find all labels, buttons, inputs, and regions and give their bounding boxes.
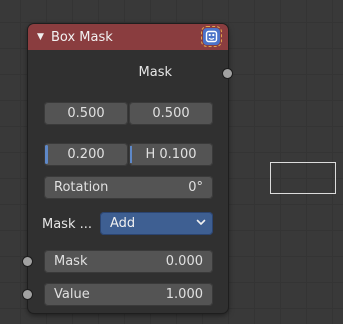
rotation-label: Rotation: [54, 180, 109, 195]
value-input-value: 1.000: [165, 287, 203, 302]
value-input-field[interactable]: Value 1.000: [44, 283, 213, 306]
width-field[interactable]: 0.200: [44, 143, 128, 166]
value-input-label: Value: [54, 287, 90, 302]
collapse-arrow-icon[interactable]: ▼: [37, 32, 49, 42]
height-slider-fill: [130, 146, 132, 163]
mask-input-label: Mask: [54, 254, 88, 269]
mask-type-value: Add: [110, 216, 136, 231]
mask-output-socket[interactable]: [223, 69, 232, 78]
rotation-field[interactable]: Rotation 0°: [44, 176, 213, 199]
mask-type-dropdown[interactable]: Add: [100, 212, 213, 235]
box-mask-node[interactable]: ▼ Box Mask Mask 0.500 0.500 0.200 H 0.10…: [28, 24, 228, 313]
mask-icon[interactable]: [201, 26, 222, 47]
width-value: 0.200: [67, 147, 105, 162]
mask-input-field[interactable]: Mask 0.000: [44, 250, 213, 273]
mask-type-label: Mask ...: [42, 217, 93, 232]
mask-input-value: 0.000: [165, 254, 203, 269]
height-field[interactable]: H 0.100: [129, 143, 213, 166]
node-header[interactable]: ▼ Box Mask: [28, 24, 228, 50]
x-value: 0.500: [67, 106, 105, 121]
x-field[interactable]: 0.500: [44, 102, 128, 125]
output-mask-label: Mask: [138, 65, 172, 80]
y-field[interactable]: 0.500: [129, 102, 213, 125]
y-value: 0.500: [152, 106, 190, 121]
canvas-frame-box[interactable]: [270, 162, 336, 194]
value-input-socket[interactable]: [23, 290, 32, 299]
node-title: Box Mask: [51, 29, 113, 45]
height-value: H 0.100: [145, 147, 197, 162]
mask-input-socket[interactable]: [23, 257, 32, 266]
width-slider-fill: [45, 145, 48, 164]
chevron-down-icon: [195, 216, 207, 232]
rotation-value: 0°: [188, 180, 203, 195]
